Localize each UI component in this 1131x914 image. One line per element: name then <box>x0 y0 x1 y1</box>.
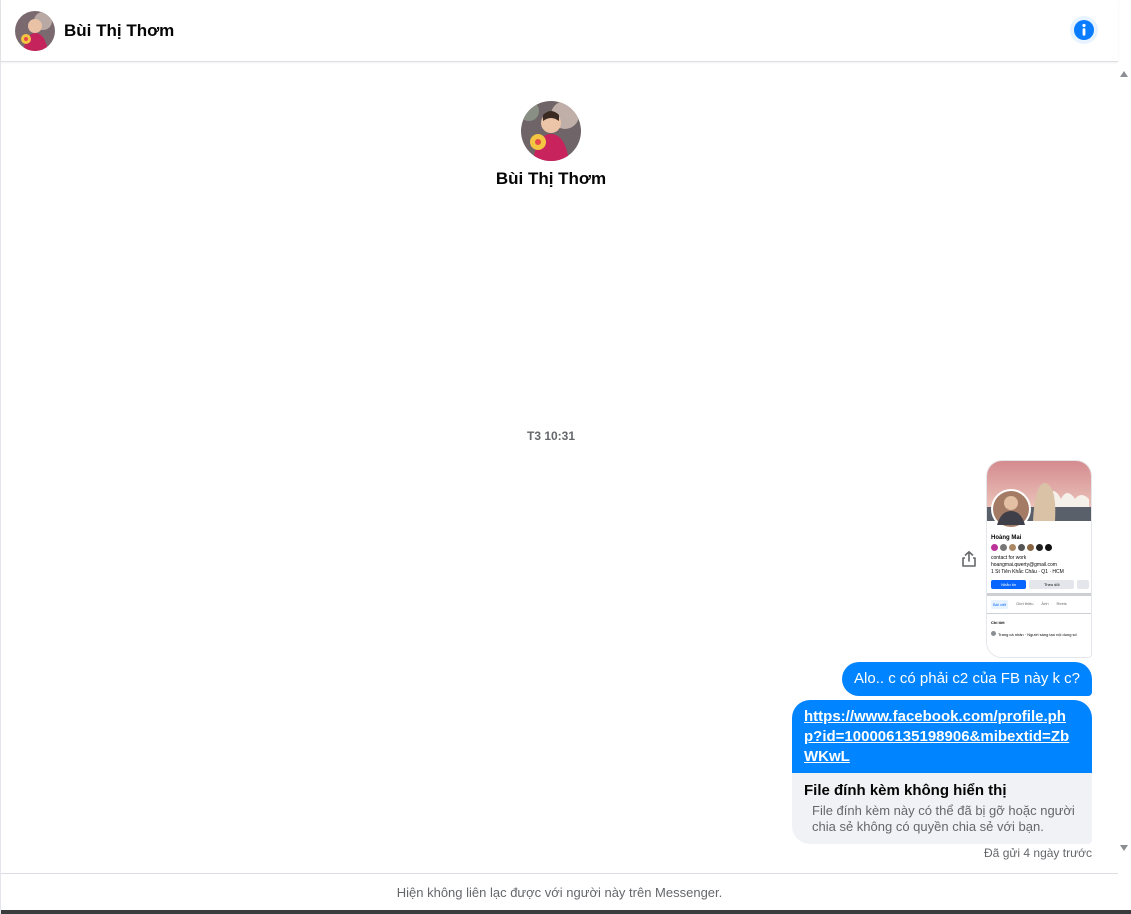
shared-image-tab: Ảnh <box>1041 601 1049 606</box>
shared-image-detail: Trang cá nhân · Người sáng tạo nội dung … <box>998 632 1077 637</box>
message-link[interactable]: https://www.facebook.com/profile.php?id=… <box>804 708 1069 765</box>
info-icon <box>1074 20 1094 40</box>
shared-image-line1: contact for work <box>991 555 1027 561</box>
info-button[interactable] <box>1070 16 1098 44</box>
message-bubble-link[interactable]: https://www.facebook.com/profile.php?id=… <box>792 700 1092 775</box>
scroll-down-arrow-icon[interactable] <box>1120 845 1128 851</box>
message-thread: Bùi Thị Thơm T3 10:31 Hoàng Mai contact … <box>1 63 1118 873</box>
shared-image[interactable]: Hoàng Mai contact for work hoangmai.qwer… <box>986 460 1092 658</box>
window-bottom-edge <box>1 910 1131 914</box>
shared-image-secondary-button: Theo dõi <box>1029 580 1075 589</box>
share-icon[interactable] <box>960 550 978 568</box>
shared-image-tab: Giới thiệu <box>1016 601 1034 606</box>
shared-image-line2: hoangmai.qwerty@gmail.com <box>991 562 1057 568</box>
scrollbar[interactable] <box>1117 63 1131 863</box>
attachment-unavailable-card: File đính kèm không hiển thị File đính k… <box>792 773 1092 844</box>
shared-image-line3: 1 St Tiên Khắc Châu · Q1 · HCM <box>991 569 1064 575</box>
messenger-window: Bùi Thị Thơm Bùi Thị Thơm T3 10:31 Hoàng… <box>0 0 1131 914</box>
profile-name: Bùi Thị Thơm <box>495 169 607 188</box>
message-bubble[interactable]: Alo.. c có phải c2 của FB này k c? <box>842 662 1092 696</box>
attachment-description: File đính kèm này có thể đã bị gỡ hoặc n… <box>812 803 1075 834</box>
thread-profile-intro: Bùi Thị Thơm <box>1 101 1101 189</box>
message-timestamp: T3 10:31 <box>526 429 576 443</box>
avatar[interactable] <box>15 10 55 51</box>
shared-image-tab: Bài viết <box>991 600 1009 609</box>
contact-name[interactable]: Bùi Thị Thơm <box>64 21 174 41</box>
sent-status: Đã gửi 4 ngày trước <box>984 846 1092 860</box>
scroll-up-arrow-icon[interactable] <box>1120 71 1128 77</box>
conversation-header: Bùi Thị Thơm <box>1 0 1118 62</box>
shared-image-tab: Reels <box>1056 601 1067 606</box>
avatar[interactable] <box>521 101 581 161</box>
shared-image-section: Chi tiết <box>991 620 1005 625</box>
shared-image-name: Hoàng Mai <box>991 535 1022 541</box>
attachment-title: File đính kèm không hiển thị <box>804 782 1007 799</box>
messenger-unavailable-notice: Hiện không liên lạc được với người này t… <box>1 873 1118 910</box>
shared-image-primary-button: Nhắn tin <box>991 580 1027 589</box>
